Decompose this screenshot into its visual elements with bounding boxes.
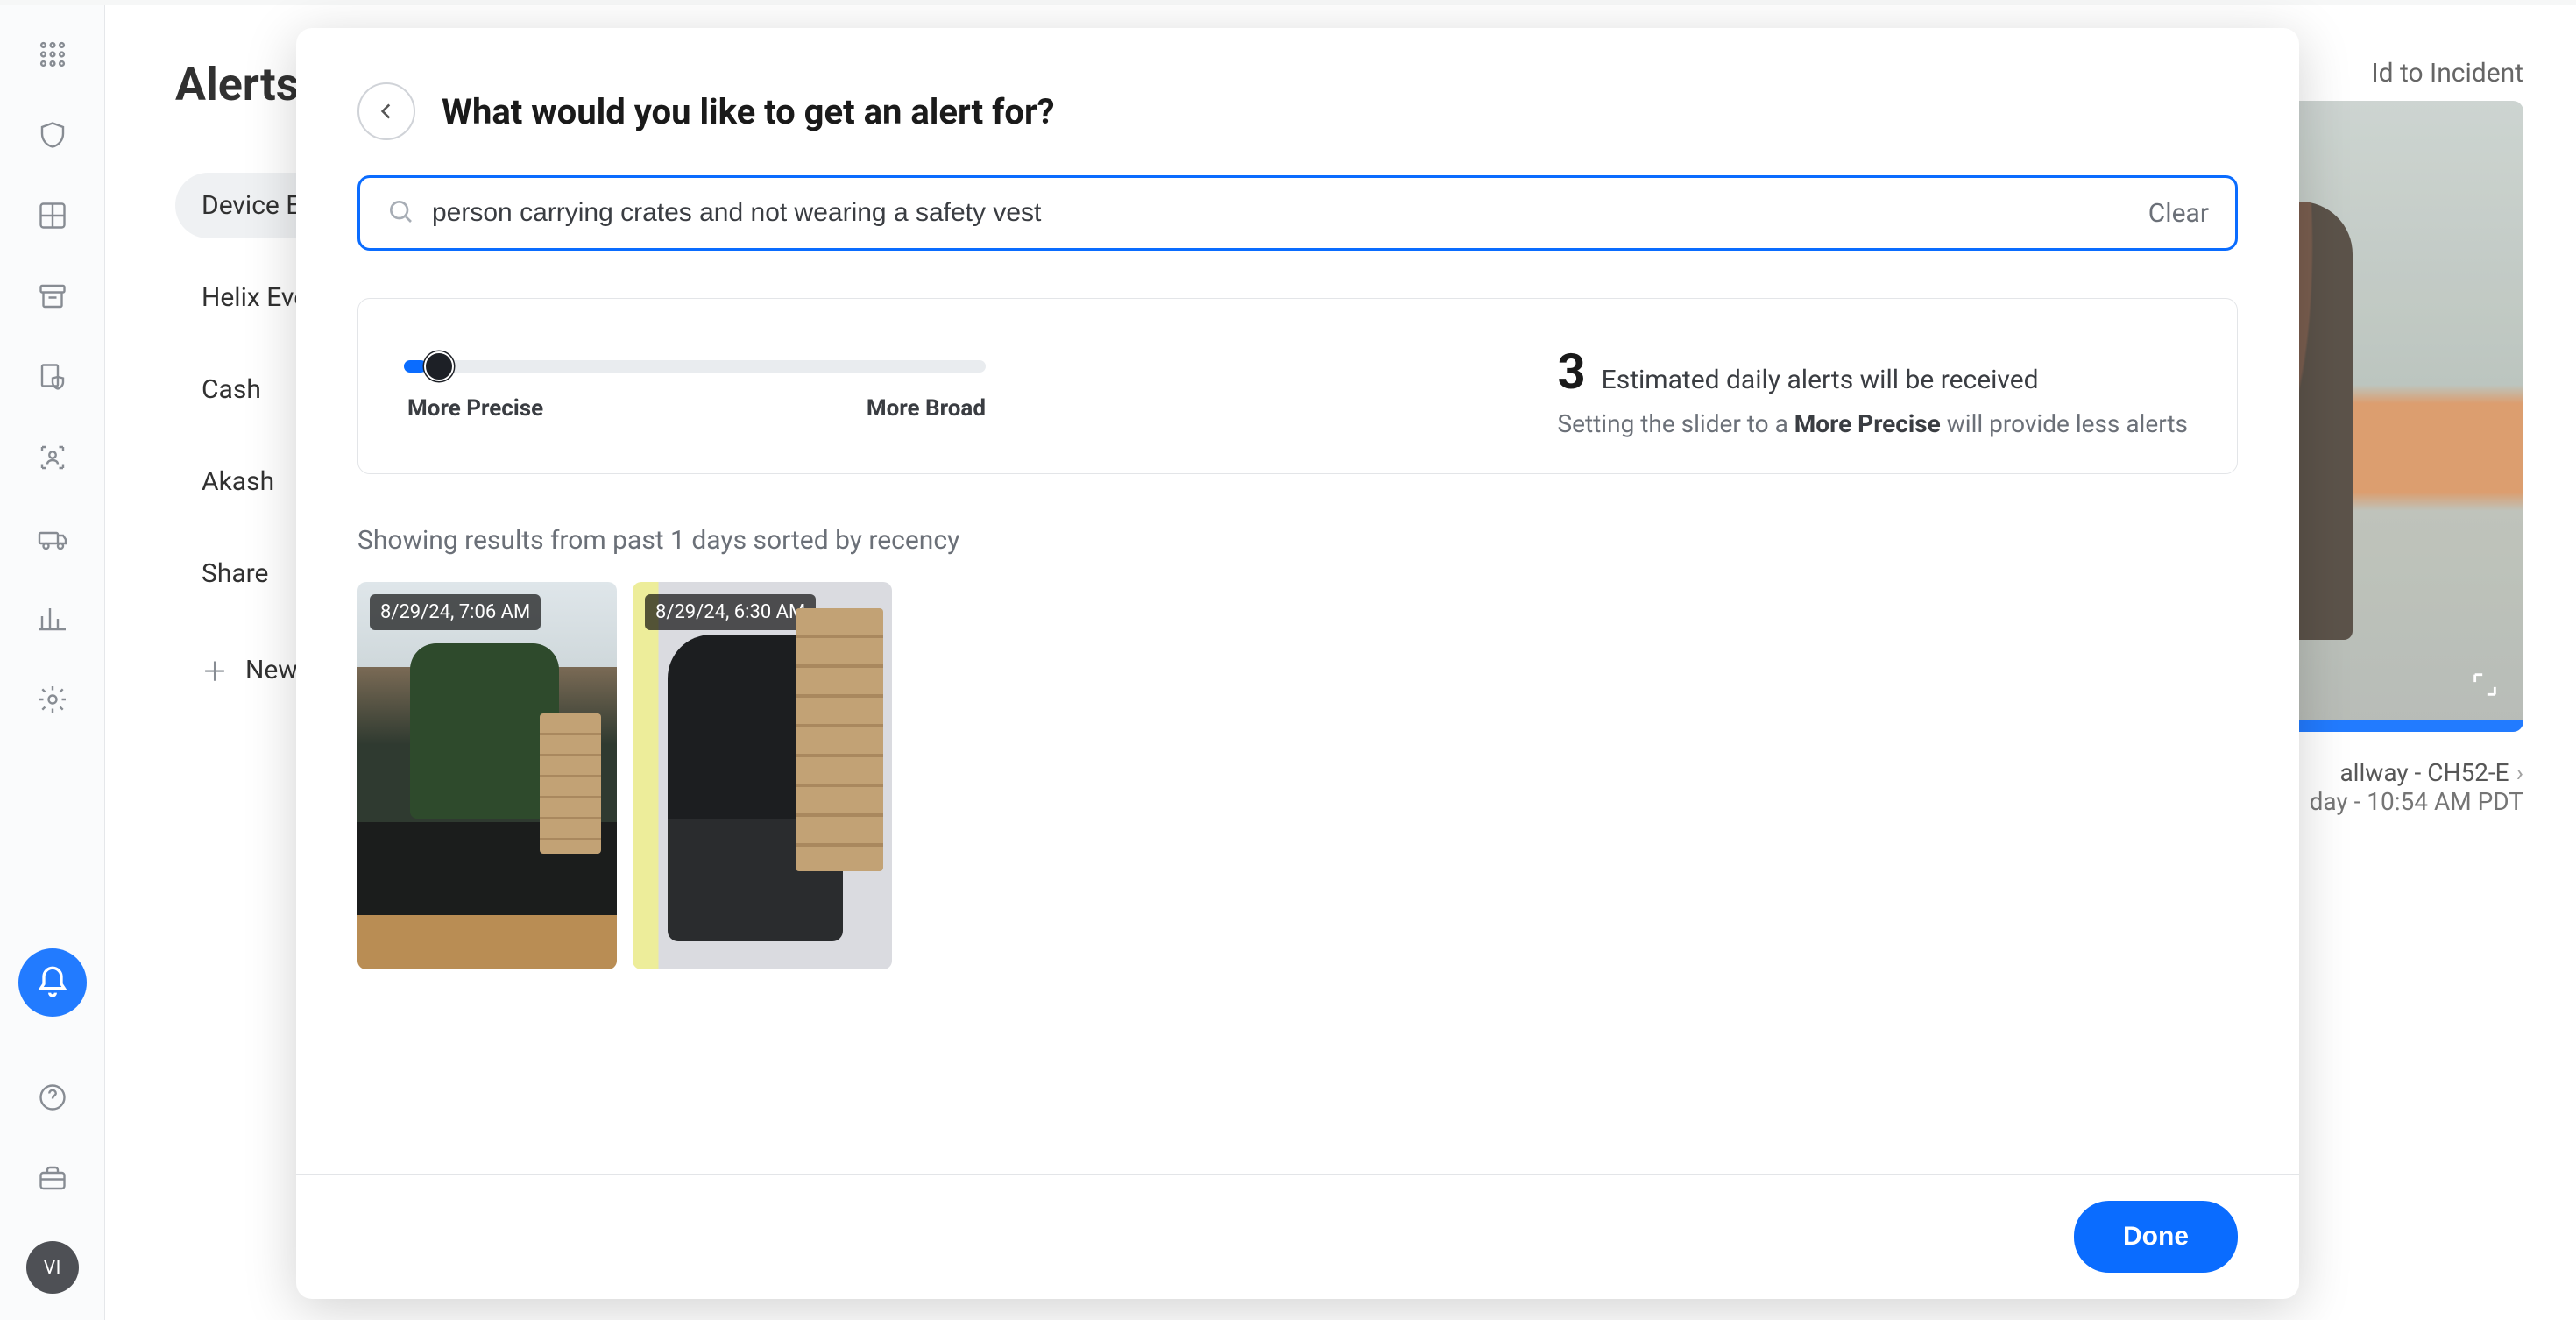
estimate-block: 3 Estimated daily alerts will be receive…: [1558, 343, 2188, 438]
slider-track[interactable]: [407, 360, 986, 373]
results-grid: 8/29/24, 7:06 AM 8/29/24, 6:30 AM: [357, 582, 2238, 969]
estimate-text: Estimated daily alerts will be received: [1602, 365, 2039, 395]
search-icon: [386, 197, 414, 229]
slider-label-left: More Precise: [407, 395, 543, 422]
modal-footer: Done: [296, 1174, 2299, 1299]
search-field[interactable]: Clear: [357, 175, 2238, 251]
precision-panel: More Precise More Broad 3 Estimated dail…: [357, 298, 2238, 474]
done-button[interactable]: Done: [2074, 1201, 2238, 1273]
clear-button[interactable]: Clear: [2148, 198, 2209, 229]
modal-body: Clear More Precise More Broad 3 Estimate…: [296, 175, 2299, 1174]
modal-title: What would you like to get an alert for?: [442, 91, 1055, 132]
create-alert-modal: What would you like to get an alert for?…: [296, 28, 2299, 1299]
result-timestamp: 8/29/24, 6:30 AM: [645, 594, 816, 630]
result-timestamp: 8/29/24, 7:06 AM: [370, 594, 541, 630]
result-card[interactable]: 8/29/24, 7:06 AM: [357, 582, 617, 969]
results-caption: Showing results from past 1 days sorted …: [357, 525, 2238, 556]
estimate-count: 3: [1558, 343, 1586, 401]
back-button[interactable]: [357, 82, 415, 140]
slider-label-right: More Broad: [867, 395, 986, 422]
modal-header: What would you like to get an alert for?: [296, 28, 2299, 175]
slider-handle[interactable]: [424, 351, 454, 381]
alert-query-input[interactable]: [432, 198, 2131, 228]
precision-slider[interactable]: More Precise More Broad: [407, 360, 986, 422]
slider-labels: More Precise More Broad: [407, 395, 986, 422]
result-card[interactable]: 8/29/24, 6:30 AM: [633, 582, 892, 969]
estimate-subtext: Setting the slider to a More Precise wil…: [1558, 409, 2188, 438]
